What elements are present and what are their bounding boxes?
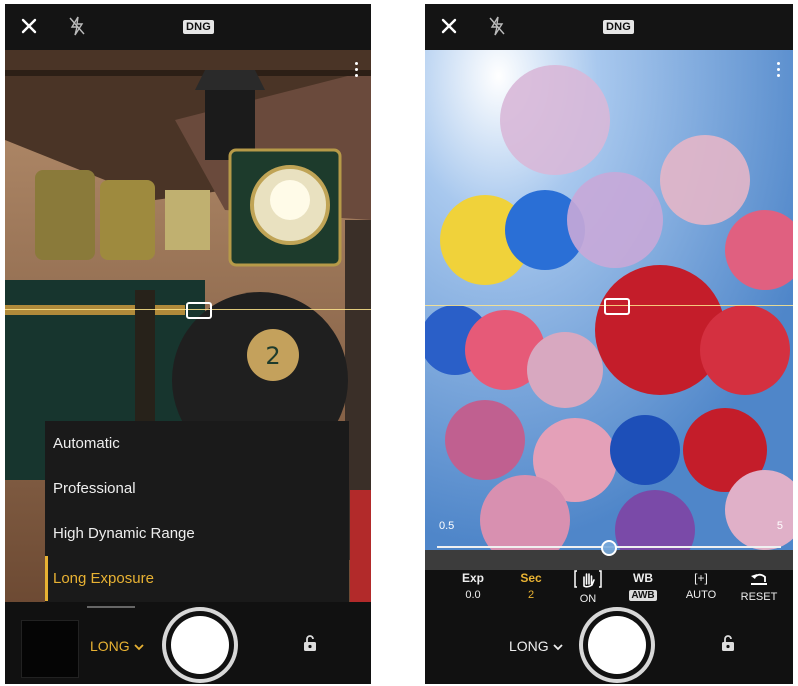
- tripod-mode-control[interactable]: ON: [571, 570, 605, 605]
- focus-control[interactable]: [+] AUTO: [681, 570, 721, 601]
- close-icon[interactable]: [19, 16, 39, 36]
- hand-stabilizer-icon: [574, 570, 602, 588]
- viewfinder[interactable]: [425, 50, 793, 570]
- white-balance-control[interactable]: WB AWB: [625, 570, 661, 601]
- top-bar: DNG: [425, 4, 793, 50]
- dng-badge[interactable]: DNG: [603, 20, 635, 34]
- focus-icon: [+]: [694, 571, 708, 585]
- seconds-value: 2: [527, 589, 535, 601]
- camera-screen-long-exposure: DNG 0.5 5 Exp 0.0 Sec 2 ON WB AWB [+] AU…: [425, 4, 793, 684]
- exposure-value: 0.0: [465, 589, 481, 601]
- top-bar: DNG: [5, 4, 371, 50]
- bottom-bar: LONG: [5, 602, 371, 684]
- bottom-bar: LONG: [425, 602, 793, 684]
- slider-min-label: 0.5: [439, 520, 455, 532]
- capture-mode-label: LONG: [509, 638, 549, 654]
- seconds-label: Sec: [520, 571, 542, 585]
- unlock-icon[interactable]: [303, 634, 317, 652]
- mode-automatic[interactable]: Automatic: [45, 421, 349, 466]
- flash-off-icon[interactable]: [67, 15, 87, 37]
- shutter-button[interactable]: [588, 616, 646, 674]
- svg-text:2: 2: [265, 342, 280, 370]
- chevron-down-icon: [552, 644, 563, 651]
- focus-box[interactable]: [186, 302, 212, 319]
- shutter-speed-slider[interactable]: [437, 540, 781, 556]
- reset-control[interactable]: RESET: [739, 570, 779, 603]
- dng-badge[interactable]: DNG: [183, 20, 215, 34]
- exposure-control[interactable]: Exp 0.0: [453, 570, 493, 601]
- camera-screen-mode-menu: DNG 2 Automatic Professional High Dynami…: [5, 4, 371, 684]
- exposure-label: Exp: [461, 571, 484, 585]
- white-balance-label: WB: [633, 571, 653, 585]
- unlock-icon[interactable]: [721, 634, 735, 652]
- white-balance-value: AWB: [629, 590, 657, 601]
- reset-icon: [751, 573, 767, 585]
- slider-max-label: 5: [776, 520, 783, 532]
- capture-mode-menu: Automatic Professional High Dynamic Rang…: [45, 421, 349, 604]
- close-icon[interactable]: [439, 16, 459, 36]
- mode-long-exposure[interactable]: Long Exposure: [45, 556, 349, 601]
- capture-mode-button[interactable]: LONG: [90, 638, 144, 654]
- more-options-icon[interactable]: [355, 62, 359, 80]
- more-options-icon[interactable]: [777, 62, 781, 80]
- slider-knob[interactable]: [601, 540, 617, 556]
- viewfinder[interactable]: 2 Automatic Professional High Dynamic Ra…: [5, 50, 371, 604]
- focus-box[interactable]: [604, 298, 630, 315]
- mode-hdr[interactable]: High Dynamic Range: [45, 511, 349, 556]
- flash-off-icon[interactable]: [487, 15, 507, 37]
- drawer-handle[interactable]: [87, 606, 135, 608]
- capture-mode-button[interactable]: LONG: [509, 638, 563, 654]
- chevron-down-icon: [133, 644, 144, 651]
- shutter-button[interactable]: [171, 616, 229, 674]
- focus-value: AUTO: [685, 589, 717, 601]
- capture-mode-label: LONG: [90, 638, 130, 654]
- mode-professional[interactable]: Professional: [45, 466, 349, 511]
- last-photo-thumbnail[interactable]: [21, 620, 79, 678]
